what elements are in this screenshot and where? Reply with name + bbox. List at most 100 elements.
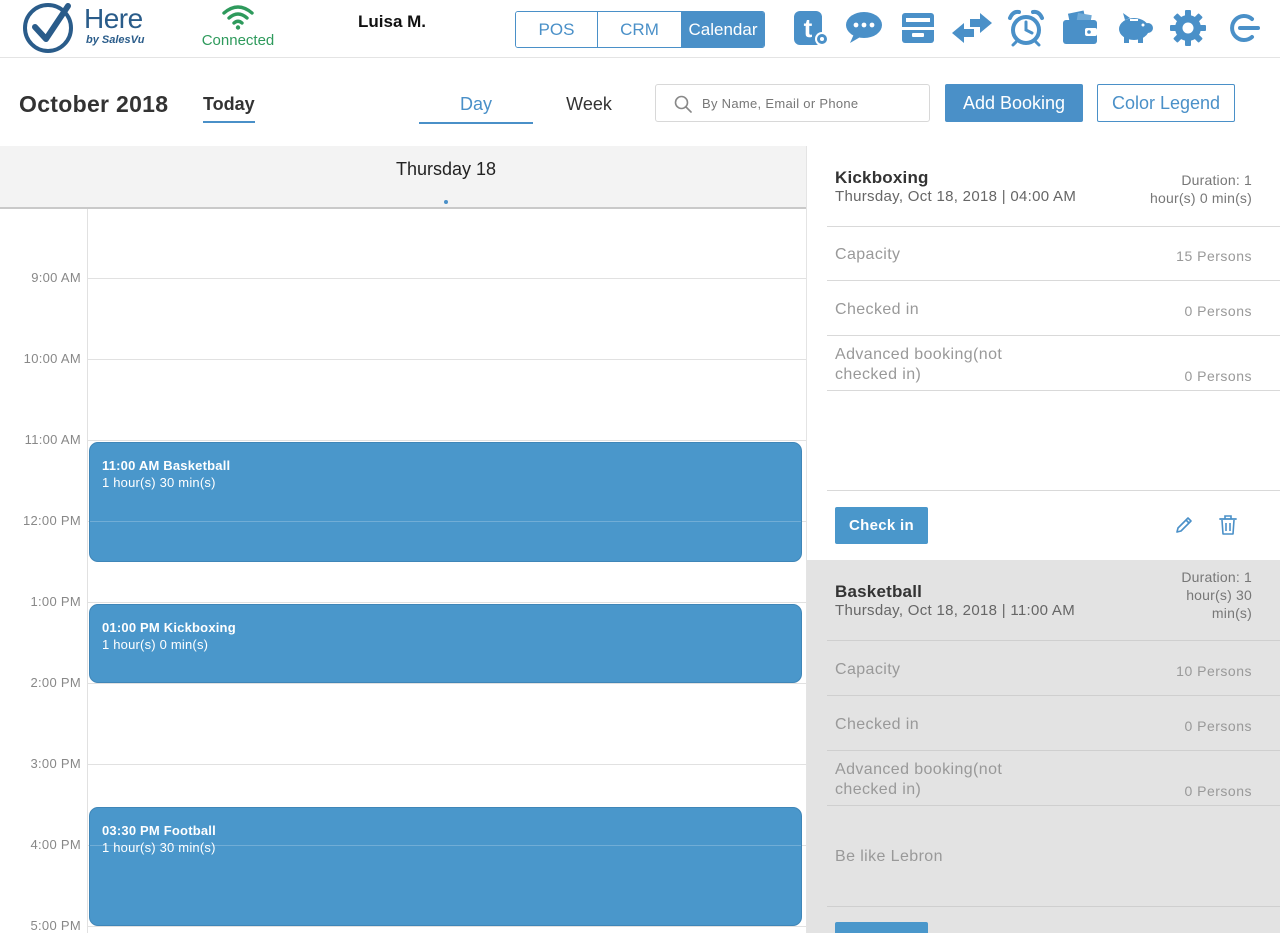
divider (827, 750, 1280, 751)
time-column-divider (87, 209, 88, 933)
advanced-booking-label: Advanced booking(not checked in) (835, 346, 1003, 383)
booking-title: Kickboxing (835, 168, 929, 187)
svg-text:t: t (804, 13, 813, 43)
tab-day[interactable]: Day (419, 94, 533, 124)
today-indicator (444, 200, 448, 204)
piggy-bank-icon[interactable] (1112, 6, 1156, 50)
checked-in-label: Checked in (835, 716, 920, 733)
alarm-clock-icon[interactable] (1004, 6, 1048, 50)
hour-line (88, 359, 806, 360)
hour-label: 1:00 PM (30, 594, 81, 609)
hour-line (88, 440, 806, 441)
connection-status: Connected (196, 4, 280, 52)
module-switcher: POS CRM Calendar (515, 11, 765, 48)
divider (827, 226, 1280, 227)
divider (827, 335, 1280, 336)
hour-label: 3:00 PM (30, 756, 81, 771)
search-input[interactable] (702, 85, 922, 121)
color-legend-button[interactable]: Color Legend (1097, 84, 1235, 122)
divider (827, 906, 1280, 907)
event-title: 01:00 PM Kickboxing (102, 620, 236, 635)
capacity-label: Capacity (835, 661, 901, 678)
logo-wordmark: Here (84, 3, 143, 34)
advanced-booking-label: Advanced booking(not checked in) (835, 761, 1003, 798)
hour-line (88, 278, 806, 279)
hour-line (90, 845, 801, 846)
divider (827, 490, 1280, 491)
divider (827, 695, 1280, 696)
time-grid[interactable]: 9:00 AM 10:00 AM 11:00 AM 12:00 PM 1:00 PM 2:… (0, 209, 806, 933)
checked-in-value: 0 Persons (1184, 303, 1252, 319)
divider (827, 640, 1280, 641)
hour-line (88, 926, 806, 927)
edit-icon[interactable] (1172, 513, 1196, 537)
tab-calendar[interactable]: Calendar (682, 12, 764, 47)
duration-line: min(s) (1211, 605, 1252, 621)
divider (827, 390, 1280, 391)
connection-label: Connected (201, 32, 275, 49)
event-duration: 1 hour(s) 30 min(s) (102, 839, 216, 855)
event-block[interactable]: 03:30 PM Football 1 hour(s) 30 min(s) (89, 806, 802, 926)
booking-card-selected[interactable]: Kickboxing Thursday, Oct 18, 2018 | 04:0… (807, 146, 1280, 560)
booking-date: Thursday, Oct 18, 2018 | 11:00 AM (835, 602, 1076, 619)
transfer-icon[interactable] (950, 6, 994, 50)
gear-icon[interactable] (1166, 6, 1210, 50)
event-block[interactable]: 11:00 AM Basketball 1 hour(s) 30 min(s) (89, 442, 802, 562)
booking-details-panel: Kickboxing Thursday, Oct 18, 2018 | 04:0… (806, 146, 1280, 933)
trash-icon[interactable] (1216, 513, 1240, 537)
day-calendar: Thursday 18 9:00 AM 10:00 AM 11:00 AM 12:00… (0, 146, 806, 933)
calendar-toolbar: October 2018 Today Day Week Add Booking … (0, 58, 1280, 146)
booking-duration: Duration: 1 hour(s) 30 min(s) (1112, 568, 1252, 622)
booking-note: Be like Lebron (835, 848, 943, 865)
hour-line (88, 683, 806, 684)
wallet-icon[interactable] (1058, 6, 1102, 50)
hour-line (88, 602, 806, 603)
day-header: Thursday 18 (0, 146, 806, 209)
duration-line: hour(s) 0 min(s) (1150, 190, 1252, 206)
event-title: 11:00 AM Basketball (102, 458, 231, 473)
checked-in-value: 0 Persons (1184, 718, 1252, 734)
hour-line (88, 764, 806, 765)
checked-in-label: Checked in (835, 301, 920, 318)
user-name[interactable]: Luisa M. (358, 12, 426, 32)
booking-duration: Duration: 1 hour(s) 0 min(s) (1112, 171, 1252, 207)
chat-icon[interactable] (842, 6, 886, 50)
hour-line (90, 521, 801, 522)
check-in-button[interactable] (835, 922, 928, 933)
toolbar-icons: t (788, 6, 1274, 50)
tab-pos[interactable]: POS (516, 12, 598, 47)
hour-label: 5:00 PM (30, 918, 81, 933)
logout-icon[interactable] (1220, 6, 1264, 50)
timesheet-icon[interactable]: t (788, 6, 832, 50)
booking-title: Basketball (835, 582, 923, 601)
logo-tagline: by SalesVu (86, 34, 145, 46)
month-title[interactable]: October 2018 (19, 91, 168, 118)
duration-line: hour(s) 30 (1186, 587, 1252, 603)
hour-label: 9:00 AM (31, 270, 81, 285)
hour-label: 11:00 AM (24, 432, 81, 447)
hour-label: 10:00 AM (23, 351, 81, 366)
booking-card[interactable]: Basketball Thursday, Oct 18, 2018 | 11:0… (807, 560, 1280, 933)
event-block[interactable]: 01:00 PM Kickboxing 1 hour(s) 0 min(s) (89, 604, 802, 683)
advanced-booking-value: 0 Persons (1184, 368, 1252, 384)
capacity-value: 15 Persons (1176, 248, 1252, 264)
event-duration: 1 hour(s) 0 min(s) (102, 637, 209, 652)
checkmark-logo-icon (23, 3, 73, 53)
capacity-label: Capacity (835, 246, 901, 263)
event-title: 03:30 PM Football (102, 822, 216, 838)
booking-date: Thursday, Oct 18, 2018 | 04:00 AM (835, 188, 1077, 205)
app-logo: Here by SalesVu (22, 0, 162, 56)
duration-line: Duration: 1 (1181, 569, 1252, 585)
add-booking-button[interactable]: Add Booking (945, 84, 1083, 122)
divider (827, 805, 1280, 806)
tab-week[interactable]: Week (540, 94, 638, 115)
check-in-button[interactable]: Check in (835, 507, 928, 544)
hour-label: 2:00 PM (30, 675, 81, 690)
advanced-booking-value: 0 Persons (1184, 783, 1252, 799)
inbox-icon[interactable] (896, 6, 940, 50)
today-button[interactable]: Today (203, 94, 255, 123)
tab-crm[interactable]: CRM (598, 12, 682, 47)
hour-label: 12:00 PM (22, 513, 81, 528)
hour-label: 4:00 PM (30, 837, 81, 852)
search-box[interactable] (655, 84, 930, 122)
